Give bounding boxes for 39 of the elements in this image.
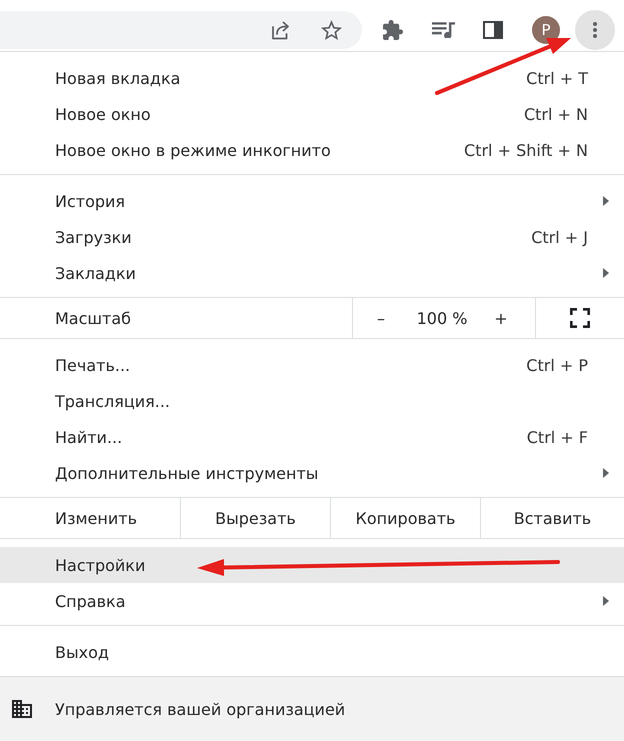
edit-action-button[interactable]: Вставить [480,498,624,538]
menu-item[interactable]: История [0,183,624,219]
music-list-icon[interactable] [432,21,454,38]
menu-item[interactable]: Настройки [0,547,624,583]
shortcut-text: Ctrl + T [526,68,588,88]
zoom-label: Масштаб [54,308,132,330]
zoom-out-button[interactable]: – [353,298,409,338]
zoom-in-button[interactable]: + [475,298,527,338]
star-icon[interactable] [321,20,342,40]
fullscreen-icon [570,308,590,328]
puzzle-icon[interactable] [383,20,403,40]
menu-item[interactable]: Найти... Ctrl + F [0,419,624,455]
zoom-value: 100 % [416,308,468,328]
managed-note: Управляется вашей организацией [55,700,346,718]
shortcut-text: Ctrl + N [524,104,588,124]
shortcut-text: Ctrl + J [531,228,588,246]
menu-item[interactable]: Закладки [0,255,624,291]
address-field[interactable] [0,10,362,48]
side-panel-icon[interactable] [483,20,503,38]
menu-item[interactable]: Дополнительные инструменты [0,455,624,491]
building-icon [12,700,32,718]
menu-item[interactable]: Новая вкладка Ctrl + T [0,60,624,96]
more-icon[interactable] [593,22,597,38]
avatar[interactable]: P [532,16,560,44]
menu-item[interactable]: Новое окно в режиме инкогнито Ctrl + Shift + N [0,132,624,168]
edit-action-button[interactable]: Вырезать [180,498,330,538]
shortcut-text: Ctrl + P [526,356,588,374]
shortcut-text: Ctrl + F [526,428,588,446]
menu-item[interactable]: Загрузки Ctrl + J [0,219,624,255]
menu-item[interactable]: Справка [0,583,624,619]
shortcut-text: Ctrl + Shift + N [464,140,588,160]
menu-item[interactable]: Выход [0,634,624,670]
edit-action-button[interactable]: Копировать [330,498,480,538]
menu-item[interactable]: Новое окно Ctrl + N [0,96,624,132]
menu-item[interactable]: Печать... Ctrl + P [0,347,624,383]
menu-item[interactable]: Трансляция... [0,383,624,419]
edit-label: Изменить [54,508,138,530]
menu-button[interactable] [575,10,615,50]
share-icon[interactable] [271,20,292,40]
